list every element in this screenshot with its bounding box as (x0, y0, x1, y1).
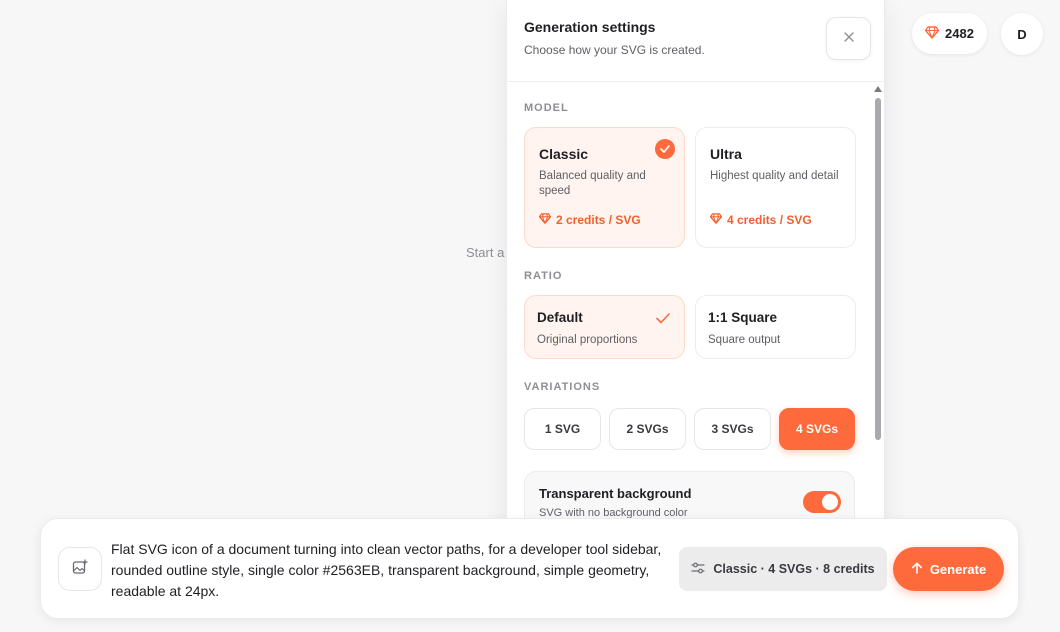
ratio-option-default[interactable]: Default Original proportions (524, 295, 685, 359)
user-avatar[interactable]: D (1001, 13, 1043, 55)
ratio-description: Square output (708, 334, 781, 346)
transparent-title: Transparent background (539, 486, 692, 501)
gem-icon (924, 25, 940, 42)
model-cost: 2 credits / SVG (538, 213, 641, 227)
selected-check-icon (655, 139, 675, 159)
panel-title: Generation settings (524, 19, 656, 35)
panel-subtitle: Choose how your SVG is created. (524, 43, 705, 57)
toggle-knob (822, 494, 838, 510)
attach-image-button[interactable] (58, 547, 102, 591)
arrow-up-icon (911, 562, 923, 577)
variation-4-button[interactable]: 4 SVGs (779, 408, 855, 450)
panel-scrollbar[interactable] (873, 84, 883, 535)
variation-1-button[interactable]: 1 SVG (524, 408, 601, 450)
model-description: Highest quality and detail (710, 170, 839, 182)
app-page: Start a 2482 D Generation settings Choos… (0, 0, 1060, 632)
close-button[interactable] (826, 17, 871, 60)
prompt-bar: Flat SVG icon of a document turning into… (40, 518, 1019, 619)
scrollbar-thumb[interactable] (875, 98, 881, 440)
check-icon (656, 311, 670, 329)
model-cost-text: 4 credits / SVG (727, 213, 812, 227)
variations-section-label: VARIATIONS (524, 381, 601, 393)
empty-state-hint: Start a (466, 245, 505, 260)
image-plus-icon (72, 558, 88, 580)
variation-3-button[interactable]: 3 SVGs (694, 408, 771, 450)
transparent-background-toggle[interactable] (803, 491, 841, 513)
panel-header: Generation settings Choose how your SVG … (507, 0, 884, 82)
ratio-name: Default (537, 310, 583, 325)
credit-balance-value: 2482 (945, 26, 974, 41)
model-section-label: MODEL (524, 102, 569, 114)
model-option-ultra[interactable]: Ultra Highest quality and detail 4 credi… (695, 127, 856, 248)
generation-settings-panel: Generation settings Choose how your SVG … (506, 0, 885, 536)
model-name: Ultra (710, 146, 742, 162)
variation-2-button[interactable]: 2 SVGs (609, 408, 686, 450)
model-cost-text: 2 credits / SVG (556, 213, 641, 227)
credit-balance-badge[interactable]: 2482 (912, 13, 987, 54)
ratio-section-label: RATIO (524, 270, 563, 282)
settings-summary-text: Classic · 4 SVGs · 8 credits (713, 562, 875, 576)
gem-icon (538, 213, 552, 227)
settings-summary-button[interactable]: Classic · 4 SVGs · 8 credits (679, 547, 887, 591)
model-cost: 4 credits / SVG (709, 213, 812, 227)
ratio-name: 1:1 Square (708, 310, 778, 325)
model-name: Classic (539, 146, 589, 162)
generate-label: Generate (929, 561, 987, 577)
prompt-input[interactable]: Flat SVG icon of a document turning into… (111, 539, 671, 602)
model-option-classic[interactable]: Classic Balanced quality and speed 2 cre… (524, 127, 685, 248)
sliders-icon (691, 562, 705, 577)
ratio-option-square[interactable]: 1:1 Square Square output (695, 295, 856, 359)
ratio-description: Original proportions (537, 334, 638, 346)
gem-icon (709, 213, 723, 227)
model-description: Balanced quality and speed (539, 170, 646, 197)
generate-button[interactable]: Generate (893, 547, 1004, 591)
close-icon (843, 30, 855, 48)
scroll-up-icon[interactable] (873, 84, 883, 94)
